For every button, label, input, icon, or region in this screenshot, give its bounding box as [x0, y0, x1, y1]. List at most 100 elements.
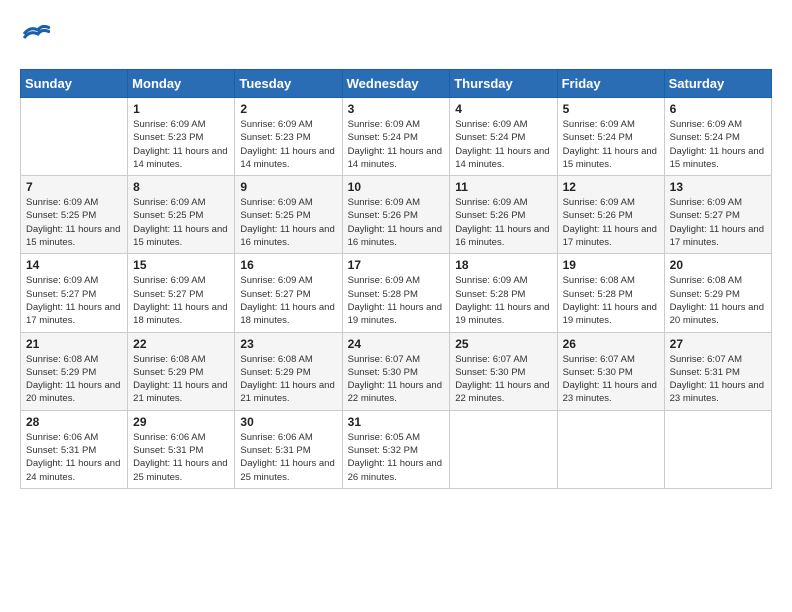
day-info: Sunrise: 6:09 AM Sunset: 5:28 PM Dayligh…	[455, 274, 551, 327]
daylight-text: Daylight: 11 hours and 16 minutes.	[240, 224, 334, 248]
calendar-week-4: 21 Sunrise: 6:08 AM Sunset: 5:29 PM Dayl…	[21, 332, 772, 410]
calendar-cell: 6 Sunrise: 6:09 AM Sunset: 5:24 PM Dayli…	[664, 98, 771, 176]
calendar-cell	[450, 410, 557, 488]
sunset-text: Sunset: 5:26 PM	[563, 210, 633, 221]
day-info: Sunrise: 6:08 AM Sunset: 5:29 PM Dayligh…	[26, 353, 122, 406]
calendar-header-saturday: Saturday	[664, 70, 771, 98]
day-number: 15	[133, 258, 229, 272]
day-number: 6	[670, 102, 766, 116]
sunset-text: Sunset: 5:27 PM	[26, 289, 96, 300]
header	[20, 20, 772, 53]
day-info: Sunrise: 6:09 AM Sunset: 5:27 PM Dayligh…	[240, 274, 336, 327]
day-info: Sunrise: 6:07 AM Sunset: 5:30 PM Dayligh…	[455, 353, 551, 406]
calendar-cell	[557, 410, 664, 488]
sunrise-text: Sunrise: 6:09 AM	[240, 119, 312, 130]
day-info: Sunrise: 6:09 AM Sunset: 5:25 PM Dayligh…	[240, 196, 336, 249]
sunrise-text: Sunrise: 6:07 AM	[563, 354, 635, 365]
daylight-text: Daylight: 11 hours and 21 minutes.	[240, 380, 334, 404]
calendar-week-1: 1 Sunrise: 6:09 AM Sunset: 5:23 PM Dayli…	[21, 98, 772, 176]
calendar-table: SundayMondayTuesdayWednesdayThursdayFrid…	[20, 69, 772, 489]
calendar-cell: 8 Sunrise: 6:09 AM Sunset: 5:25 PM Dayli…	[128, 176, 235, 254]
sunset-text: Sunset: 5:24 PM	[455, 132, 525, 143]
sunrise-text: Sunrise: 6:09 AM	[348, 275, 420, 286]
sunrise-text: Sunrise: 6:09 AM	[455, 119, 527, 130]
sunset-text: Sunset: 5:29 PM	[670, 289, 740, 300]
daylight-text: Daylight: 11 hours and 26 minutes.	[348, 458, 442, 482]
sunrise-text: Sunrise: 6:07 AM	[348, 354, 420, 365]
day-number: 28	[26, 415, 122, 429]
day-info: Sunrise: 6:09 AM Sunset: 5:26 PM Dayligh…	[348, 196, 445, 249]
calendar-cell: 7 Sunrise: 6:09 AM Sunset: 5:25 PM Dayli…	[21, 176, 128, 254]
calendar-header-monday: Monday	[128, 70, 235, 98]
calendar-cell: 24 Sunrise: 6:07 AM Sunset: 5:30 PM Dayl…	[342, 332, 450, 410]
daylight-text: Daylight: 11 hours and 16 minutes.	[455, 224, 549, 248]
daylight-text: Daylight: 11 hours and 22 minutes.	[455, 380, 549, 404]
day-number: 8	[133, 180, 229, 194]
day-info: Sunrise: 6:06 AM Sunset: 5:31 PM Dayligh…	[240, 431, 336, 484]
calendar-cell: 26 Sunrise: 6:07 AM Sunset: 5:30 PM Dayl…	[557, 332, 664, 410]
logo	[20, 20, 50, 53]
day-number: 23	[240, 337, 336, 351]
sunset-text: Sunset: 5:27 PM	[240, 289, 310, 300]
day-number: 13	[670, 180, 766, 194]
calendar-cell: 27 Sunrise: 6:07 AM Sunset: 5:31 PM Dayl…	[664, 332, 771, 410]
sunrise-text: Sunrise: 6:06 AM	[133, 432, 205, 443]
sunrise-text: Sunrise: 6:07 AM	[670, 354, 742, 365]
day-info: Sunrise: 6:09 AM Sunset: 5:27 PM Dayligh…	[670, 196, 766, 249]
sunrise-text: Sunrise: 6:09 AM	[26, 275, 98, 286]
day-info: Sunrise: 6:07 AM Sunset: 5:30 PM Dayligh…	[348, 353, 445, 406]
day-info: Sunrise: 6:08 AM Sunset: 5:29 PM Dayligh…	[670, 274, 766, 327]
day-number: 30	[240, 415, 336, 429]
calendar-week-3: 14 Sunrise: 6:09 AM Sunset: 5:27 PM Dayl…	[21, 254, 772, 332]
sunrise-text: Sunrise: 6:06 AM	[240, 432, 312, 443]
daylight-text: Daylight: 11 hours and 20 minutes.	[26, 380, 120, 404]
sunset-text: Sunset: 5:25 PM	[133, 210, 203, 221]
sunrise-text: Sunrise: 6:06 AM	[26, 432, 98, 443]
calendar-header-thursday: Thursday	[450, 70, 557, 98]
sunset-text: Sunset: 5:24 PM	[348, 132, 418, 143]
calendar-cell: 22 Sunrise: 6:08 AM Sunset: 5:29 PM Dayl…	[128, 332, 235, 410]
day-info: Sunrise: 6:09 AM Sunset: 5:24 PM Dayligh…	[670, 118, 766, 171]
sunset-text: Sunset: 5:29 PM	[133, 367, 203, 378]
sunrise-text: Sunrise: 6:09 AM	[455, 197, 527, 208]
day-info: Sunrise: 6:09 AM Sunset: 5:23 PM Dayligh…	[133, 118, 229, 171]
calendar-cell: 31 Sunrise: 6:05 AM Sunset: 5:32 PM Dayl…	[342, 410, 450, 488]
calendar-cell: 10 Sunrise: 6:09 AM Sunset: 5:26 PM Dayl…	[342, 176, 450, 254]
day-info: Sunrise: 6:09 AM Sunset: 5:27 PM Dayligh…	[133, 274, 229, 327]
day-number: 20	[670, 258, 766, 272]
sunset-text: Sunset: 5:28 PM	[455, 289, 525, 300]
day-info: Sunrise: 6:08 AM Sunset: 5:29 PM Dayligh…	[240, 353, 336, 406]
daylight-text: Daylight: 11 hours and 18 minutes.	[133, 302, 227, 326]
sunrise-text: Sunrise: 6:09 AM	[670, 197, 742, 208]
day-info: Sunrise: 6:08 AM Sunset: 5:29 PM Dayligh…	[133, 353, 229, 406]
day-number: 29	[133, 415, 229, 429]
daylight-text: Daylight: 11 hours and 25 minutes.	[240, 458, 334, 482]
calendar-week-2: 7 Sunrise: 6:09 AM Sunset: 5:25 PM Dayli…	[21, 176, 772, 254]
calendar-cell: 23 Sunrise: 6:08 AM Sunset: 5:29 PM Dayl…	[235, 332, 342, 410]
day-number: 21	[26, 337, 122, 351]
day-number: 5	[563, 102, 659, 116]
sunrise-text: Sunrise: 6:08 AM	[670, 275, 742, 286]
day-info: Sunrise: 6:06 AM Sunset: 5:31 PM Dayligh…	[26, 431, 122, 484]
sunrise-text: Sunrise: 6:09 AM	[563, 119, 635, 130]
calendar-cell: 20 Sunrise: 6:08 AM Sunset: 5:29 PM Dayl…	[664, 254, 771, 332]
sunset-text: Sunset: 5:30 PM	[563, 367, 633, 378]
daylight-text: Daylight: 11 hours and 23 minutes.	[563, 380, 657, 404]
day-info: Sunrise: 6:07 AM Sunset: 5:30 PM Dayligh…	[563, 353, 659, 406]
calendar-cell: 9 Sunrise: 6:09 AM Sunset: 5:25 PM Dayli…	[235, 176, 342, 254]
day-number: 9	[240, 180, 336, 194]
page: SundayMondayTuesdayWednesdayThursdayFrid…	[0, 0, 792, 612]
daylight-text: Daylight: 11 hours and 14 minutes.	[133, 146, 227, 170]
calendar-cell: 3 Sunrise: 6:09 AM Sunset: 5:24 PM Dayli…	[342, 98, 450, 176]
daylight-text: Daylight: 11 hours and 20 minutes.	[670, 302, 764, 326]
daylight-text: Daylight: 11 hours and 14 minutes.	[455, 146, 549, 170]
sunrise-text: Sunrise: 6:09 AM	[133, 119, 205, 130]
calendar-cell: 11 Sunrise: 6:09 AM Sunset: 5:26 PM Dayl…	[450, 176, 557, 254]
daylight-text: Daylight: 11 hours and 24 minutes.	[26, 458, 120, 482]
daylight-text: Daylight: 11 hours and 17 minutes.	[670, 224, 764, 248]
daylight-text: Daylight: 11 hours and 19 minutes.	[348, 302, 442, 326]
day-number: 12	[563, 180, 659, 194]
sunset-text: Sunset: 5:24 PM	[563, 132, 633, 143]
sunrise-text: Sunrise: 6:09 AM	[133, 275, 205, 286]
calendar-cell: 28 Sunrise: 6:06 AM Sunset: 5:31 PM Dayl…	[21, 410, 128, 488]
